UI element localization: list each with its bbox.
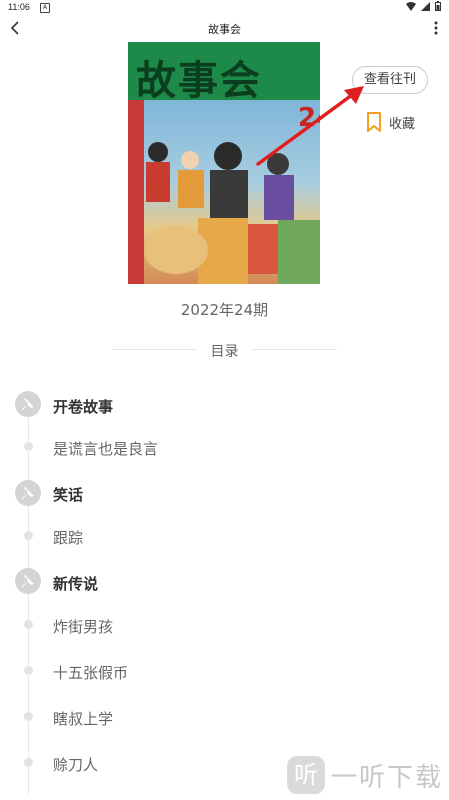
toc-item-dot (24, 712, 33, 721)
watermark: 听 一听下载 (286, 756, 443, 794)
toc-item-dot (24, 758, 33, 767)
toc-item-dot (24, 442, 33, 451)
pin-icon (15, 568, 41, 594)
annotation-arrow-icon (256, 86, 364, 166)
signal-icon (421, 1, 430, 11)
toc-divider-right (252, 349, 337, 350)
toc-item-dot (24, 666, 33, 675)
toc-item[interactable]: 十五张假币 (53, 662, 128, 683)
status-icons (406, 1, 441, 11)
page-title: 故事会 (208, 23, 241, 36)
battery-icon (435, 1, 441, 11)
status-time: 11:06 (8, 2, 30, 12)
toc-item[interactable]: 是谎言也是良言 (53, 438, 158, 459)
status-bar: 11:06 A (0, 0, 449, 14)
toc-item[interactable]: 炸街男孩 (53, 616, 113, 637)
toc-section-title: 开卷故事 (53, 398, 114, 416)
toc-section-title: 新传说 (53, 575, 99, 593)
pin-icon (15, 480, 41, 506)
notification-icon: A (40, 3, 50, 13)
toc-item[interactable]: 跟踪 (53, 527, 83, 548)
more-options-icon[interactable] (429, 19, 443, 37)
app-bar: 故事会 (0, 14, 449, 42)
toc-section-title: 笑话 (53, 486, 84, 504)
favorite-label: 收藏 (389, 116, 416, 132)
pin-icon (15, 391, 41, 417)
toc-item[interactable]: 赊刀人 (53, 754, 98, 775)
favorite-button[interactable]: 收藏 (366, 112, 415, 132)
wifi-icon (406, 1, 416, 11)
toc-item-dot (24, 620, 33, 629)
watermark-text: 一听下载 (330, 762, 443, 793)
timeline-line (28, 404, 29, 794)
issue-label: 2022年24期 (180, 301, 269, 319)
toc-item[interactable]: 瞎叔上学 (53, 708, 113, 729)
cover-title: 故事会 (136, 57, 262, 104)
toc-item-dot (24, 531, 33, 540)
toc-label: 目录 (210, 344, 239, 360)
watermark-logo-icon: 听 (286, 756, 325, 794)
